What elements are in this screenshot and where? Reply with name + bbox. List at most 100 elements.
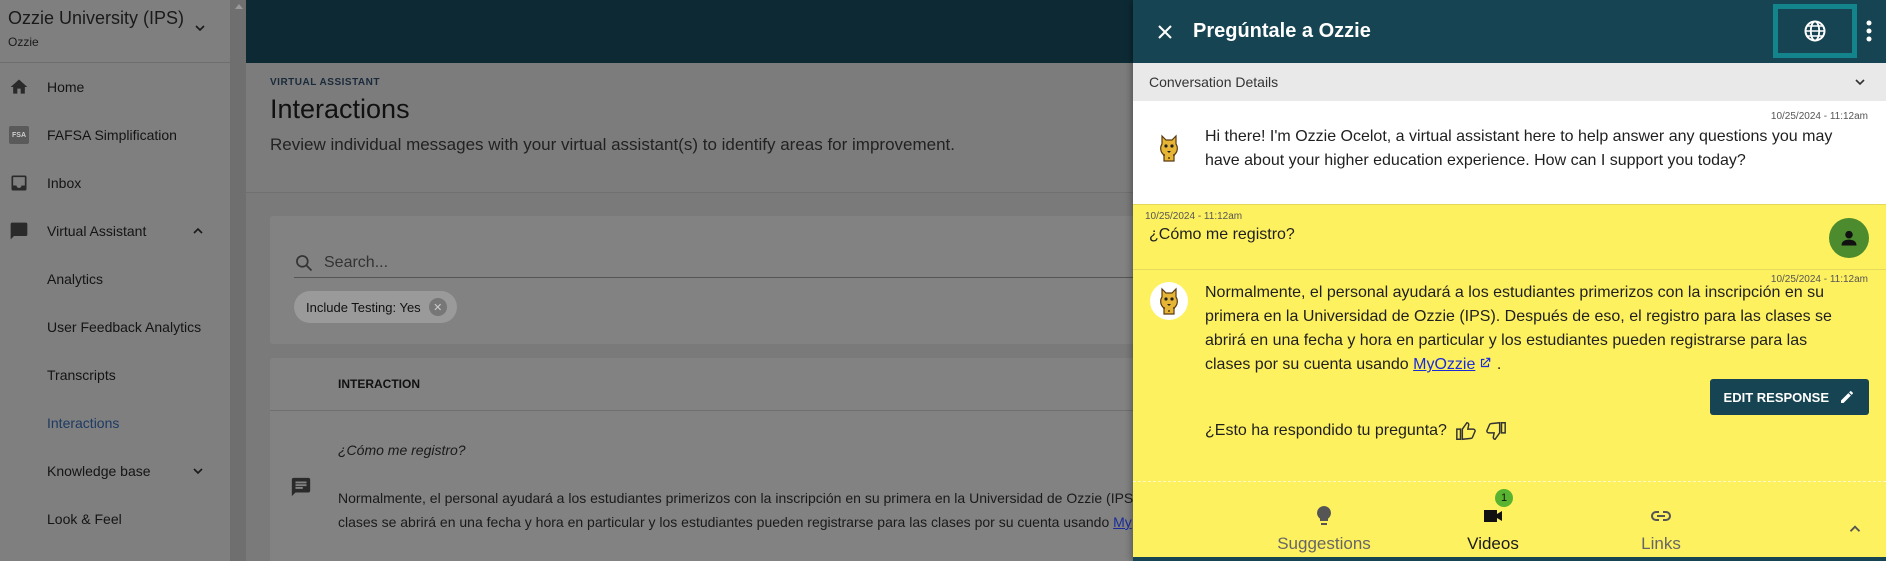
filter-chip-label: Include Testing: Yes — [306, 299, 421, 315]
sidebar-item-label: Virtual Assistant — [47, 223, 147, 239]
sidebar-item-label: Transcripts — [47, 367, 116, 383]
sidebar-item-inbox[interactable]: Inbox — [0, 159, 230, 207]
search-card: Search... Include Testing: Yes ✕ — [270, 216, 1174, 344]
filter-chip[interactable]: Include Testing: Yes ✕ — [294, 291, 457, 323]
tab-videos[interactable]: 1 Videos — [1423, 489, 1563, 554]
conversation-details-toggle[interactable]: Conversation Details — [1133, 63, 1886, 101]
message-timestamp: 10/25/2024 - 11:12am — [1145, 211, 1243, 222]
chat-icon — [8, 220, 30, 242]
myozzie-link[interactable]: MyOzzie — [1413, 356, 1475, 373]
sidebar-item-user-feedback-analytics[interactable]: User Feedback Analytics — [0, 303, 230, 351]
sidebar-item-knowledge-base[interactable]: Knowledge base — [0, 447, 230, 495]
chevron-up-icon[interactable] — [190, 223, 206, 239]
sidebar-item-label: Look & Feel — [47, 511, 122, 527]
message-icon — [291, 477, 311, 497]
interactions-table: INTERACTION ¿Cómo me registro? Normalmen… — [270, 358, 1170, 561]
sidebar-item-fafsa[interactable]: FSA FAFSA Simplification — [0, 111, 230, 159]
fsa-icon-text: FSA — [9, 126, 29, 144]
bot-message-line: Normalmente, el personal ayudará a los e… — [1205, 284, 1824, 301]
video-tab-icon-wrap: 1 — [1481, 489, 1513, 528]
sidebar-item-label: Interactions — [47, 415, 120, 431]
pencil-icon — [1841, 390, 1853, 403]
sidebar: Ozzie University (IPS) Ozzie Home FSA FA… — [0, 0, 231, 561]
bot-message: 10/25/2024 - 11:12am Hi there! I'm Ozzie… — [1133, 101, 1886, 204]
org-subtitle: Ozzie — [8, 35, 39, 49]
user-message-text: ¿Cómo me registro? — [1149, 226, 1295, 243]
line-suffix: . — [1492, 356, 1502, 373]
conversation-details-label: Conversation Details — [1149, 74, 1279, 90]
sidebar-item-analytics[interactable]: Analytics — [0, 255, 230, 303]
sidebar-item-label: FAFSA Simplification — [47, 127, 177, 143]
chevron-down-icon[interactable] — [190, 463, 206, 479]
tab-label: Links — [1641, 534, 1681, 553]
sidebar-item-virtual-assistant[interactable]: Virtual Assistant — [0, 207, 230, 255]
panel-bottom-edge — [1133, 557, 1886, 561]
resource-tabs: Suggestions 1 Videos Links — [1133, 481, 1886, 561]
table-row-question: ¿Cómo me registro? — [338, 442, 466, 458]
search-icon — [296, 254, 313, 271]
edit-response-button[interactable]: EDIT RESPONSE — [1709, 379, 1869, 415]
chat-panel-title: Pregúntale a Ozzie — [1193, 20, 1371, 42]
table-header-interaction[interactable]: INTERACTION — [338, 358, 420, 410]
divider — [270, 410, 1170, 411]
language-button[interactable] — [1773, 4, 1857, 58]
feedback-row: ¿Esto ha respondido tu pregunta? — [1205, 420, 1507, 442]
org-name: Ozzie University (IPS) — [8, 8, 185, 28]
scroll-up-arrow-icon[interactable] — [235, 4, 243, 9]
bot-message-line: Hi there! I'm Ozzie Ocelot, a virtual as… — [1205, 128, 1833, 145]
tab-label: Videos — [1467, 534, 1519, 553]
close-icon[interactable]: ✕ — [428, 298, 447, 316]
sidebar-scrollbar[interactable] — [231, 0, 246, 561]
sidebar-item-label: Analytics — [47, 271, 104, 287]
chevron-up-icon[interactable] — [1846, 520, 1864, 538]
line-prefix: clases por su cuenta usando — [1205, 356, 1414, 373]
edit-response-label: EDIT RESPONSE — [1723, 389, 1829, 405]
bot-message-line: abrirá en una fecha y hora en particular… — [1205, 332, 1808, 349]
answer-link[interactable]: My — [1113, 514, 1132, 530]
bot-message-line: clases por su cuenta usando MyOzzie . — [1205, 353, 1832, 377]
globe-icon — [1804, 20, 1826, 42]
tab-links[interactable]: Links — [1591, 504, 1731, 554]
tab-label: Suggestions — [1277, 534, 1371, 553]
lightbulb-icon — [1317, 506, 1331, 525]
bot-message-text: Normalmente, el personal ayudará a los e… — [1205, 281, 1832, 377]
helpful-question: ¿Esto ha respondido tu pregunta? — [1205, 422, 1447, 439]
external-link-icon — [1481, 357, 1491, 368]
inbox-icon — [8, 172, 30, 194]
close-icon — [1158, 24, 1172, 39]
tab-suggestions[interactable]: Suggestions — [1254, 504, 1394, 554]
sidebar-item-home[interactable]: Home — [0, 63, 230, 111]
thumbs-down-icon[interactable] — [1485, 420, 1507, 442]
sidebar-item-label: Home — [47, 79, 85, 95]
search-input[interactable]: Search... — [294, 248, 1174, 278]
chat-panel: Pregúntale a Ozzie Conversation Details … — [1133, 0, 1886, 561]
sidebar-nav: Home FSA FAFSA Simplification Inbox Virt… — [0, 63, 230, 543]
video-icon — [1484, 510, 1502, 522]
bot-message-text: Hi there! I'm Ozzie Ocelot, a virtual as… — [1205, 125, 1832, 173]
more-vert-icon[interactable] — [1866, 20, 1872, 42]
sidebar-item-look-and-feel[interactable]: Look & Feel — [0, 495, 230, 543]
video-count-badge: 1 — [1495, 489, 1513, 507]
answer-line2-text: clases se abrirá en una fecha y hora en … — [338, 514, 1110, 530]
bot-message-line: have about your higher education experie… — [1205, 152, 1746, 169]
link-icon — [1651, 511, 1671, 521]
org-switcher[interactable]: Ozzie University (IPS) Ozzie — [0, 0, 230, 63]
bot-message: 10/25/2024 - 11:12am Normalmente, el per… — [1133, 269, 1886, 481]
close-button[interactable] — [1153, 20, 1177, 44]
message-timestamp: 10/25/2024 - 11:12am — [1770, 111, 1868, 122]
table-row-answer-line2: clases se abrirá en una fecha y hora en … — [338, 514, 1132, 530]
sidebar-item-transcripts[interactable]: Transcripts — [0, 351, 230, 399]
table-row-answer-line1: Normalmente, el personal ayudará a los e… — [338, 490, 1142, 506]
sidebar-item-label: Knowledge base — [47, 463, 151, 479]
chevron-down-icon[interactable] — [192, 20, 208, 36]
chevron-down-icon[interactable] — [1852, 74, 1868, 90]
user-avatar — [1829, 218, 1869, 258]
sidebar-item-label: Inbox — [47, 175, 82, 191]
person-icon — [1841, 230, 1857, 246]
sidebar-item-label: User Feedback Analytics — [47, 319, 202, 335]
home-icon — [8, 76, 30, 98]
sidebar-item-interactions[interactable]: Interactions — [0, 399, 230, 447]
search-placeholder: Search... — [324, 253, 389, 271]
thumbs-up-icon[interactable] — [1455, 420, 1477, 442]
fsa-icon: FSA — [8, 124, 30, 146]
